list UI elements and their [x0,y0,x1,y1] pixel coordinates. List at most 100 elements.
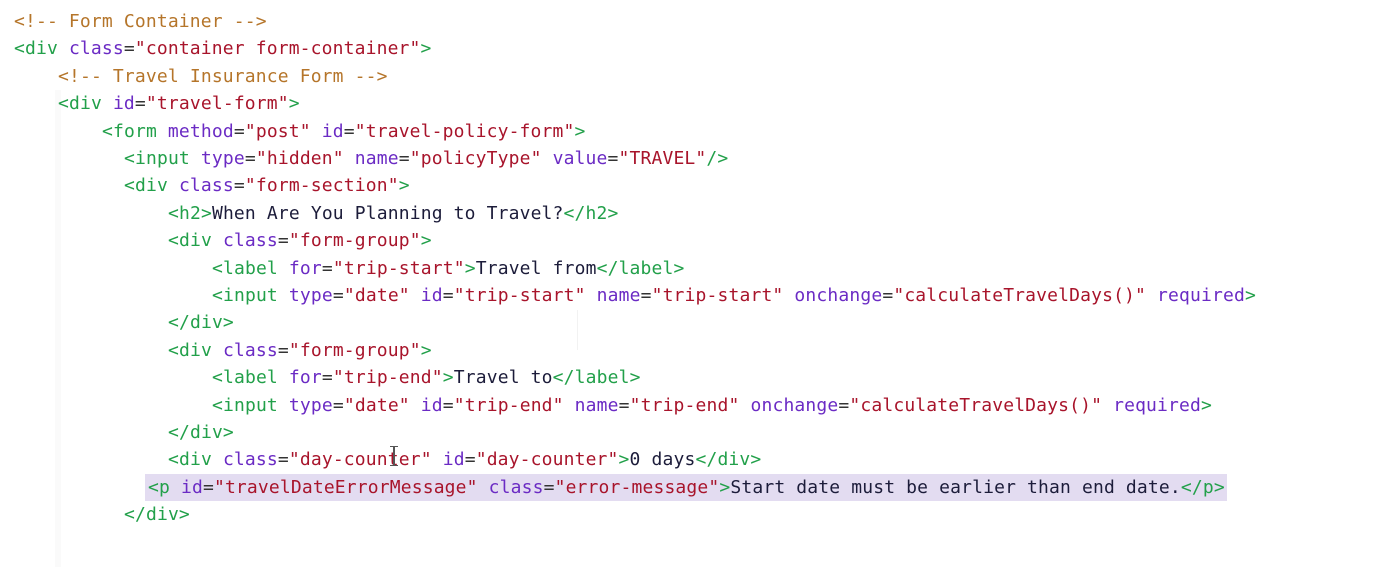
code-line[interactable]: <!-- Travel Insurance Form --> [58,63,388,90]
code-token: id [180,476,203,498]
code-line[interactable]: <!-- Form Container --> [14,8,267,35]
code-token: "form-section" [244,175,399,197]
code-token: "policyType" [409,148,542,169]
code-token: id [420,285,443,306]
code-line[interactable]: <input type="hidden" name="policyType" v… [124,145,728,172]
code-token: = [543,476,555,498]
code-token: "calculateTravelDays()" [893,285,1147,306]
code-line[interactable]: <div class="form-group"> [168,337,432,364]
code-token: = [277,339,289,361]
code-token: "container form-container" [134,38,421,60]
code-token: = [332,394,344,416]
code-token: = [442,285,454,306]
code-token: </div> [168,422,234,443]
code-token: "trip-end" [453,394,564,416]
code-line[interactable]: <div class="day-counter" id="day-counter… [168,446,761,473]
code-token: = [244,148,256,169]
code-token: name [574,394,619,416]
code-token: = [233,175,245,197]
code-token: class [222,230,278,252]
code-line[interactable]: <div id="travel-form"> [58,90,300,117]
code-token: = [882,285,894,306]
code-token: > [1201,394,1212,416]
code-token: > [398,175,410,197]
code-token: "trip-end" [332,367,443,389]
code-token: = [838,394,850,416]
code-token: <div [58,93,113,115]
code-token: "form-group" [288,230,421,252]
code-token: = [640,285,652,306]
code-token: = [607,148,619,169]
code-token: </label> [596,257,685,279]
code-token: = [321,257,333,279]
code-line[interactable]: </div> [168,309,234,336]
code-token: </label> [552,367,641,389]
code-line[interactable]: <h2>When Are You Planning to Travel?</h2… [168,200,618,227]
code-token: class [222,449,278,471]
code-token: > [420,38,432,60]
code-line[interactable]: <input type="date" id="trip-start" name=… [212,282,1256,309]
code-token: = [464,449,476,471]
code-token: <div [124,175,179,197]
code-token: = [277,449,289,471]
code-token: id [321,120,344,142]
code-token: <div [168,230,223,252]
code-editor[interactable]: <!-- Form Container --> <div class="conta… [0,0,1376,567]
indent-shade [55,90,61,567]
code-token: <div [14,38,69,60]
code-token: onchange [794,285,883,306]
code-token: </div> [124,504,190,526]
code-token: value [552,148,608,169]
code-token: </h2> [563,202,619,224]
code-token: Start date must be earlier than end date… [730,476,1181,498]
code-token: > [1244,285,1256,306]
code-token: id [420,394,443,416]
code-token: <!-- Form Container --> [14,11,267,32]
code-line[interactable]: <label for="trip-end">Travel to</label> [212,364,641,391]
code-token: "trip-start" [651,285,784,306]
code-token: "calculateTravelDays()" [849,394,1103,416]
code-token: <h2> [168,202,212,224]
code-token: "form-group" [288,339,421,361]
code-line[interactable]: <div class="form-section"> [124,172,410,199]
code-token: > [420,230,432,252]
code-line[interactable]: </div> [168,419,234,446]
code-token: = [618,394,630,416]
code-token: required [1157,285,1245,306]
code-token: > [420,339,432,361]
code-token: = [321,367,333,389]
code-token: for [288,257,322,279]
code-token: </div> [695,449,762,471]
code-line[interactable]: <div class="container form-container"> [14,35,432,62]
code-line[interactable]: <div class="form-group"> [168,227,432,254]
code-token: = [332,285,344,306]
code-token: "trip-start" [332,257,465,279]
code-token: onchange [750,394,839,416]
code-token: id [112,93,135,115]
code-token: "error-message" [554,476,720,498]
code-token: > [719,476,731,498]
code-token: = [202,476,214,498]
code-token: > [288,93,300,115]
code-token: <div [168,449,223,471]
code-line[interactable]: <label for="trip-start">Travel from</lab… [212,255,685,282]
code-line[interactable]: <form method="post" id="travel-policy-fo… [102,118,586,145]
code-token: "date" [343,285,410,306]
code-token: <form [102,120,168,142]
code-line[interactable]: </div> [124,501,190,528]
code-token: <label [212,367,289,389]
code-token: > [618,449,630,471]
code-token: Travel to [453,367,553,389]
code-line[interactable]: <p id="travelDateErrorMessage" class="er… [145,473,1227,501]
code-token: When Are You Planning to Travel? [211,202,564,224]
code-line[interactable]: <input type="date" id="trip-end" name="t… [212,392,1212,419]
